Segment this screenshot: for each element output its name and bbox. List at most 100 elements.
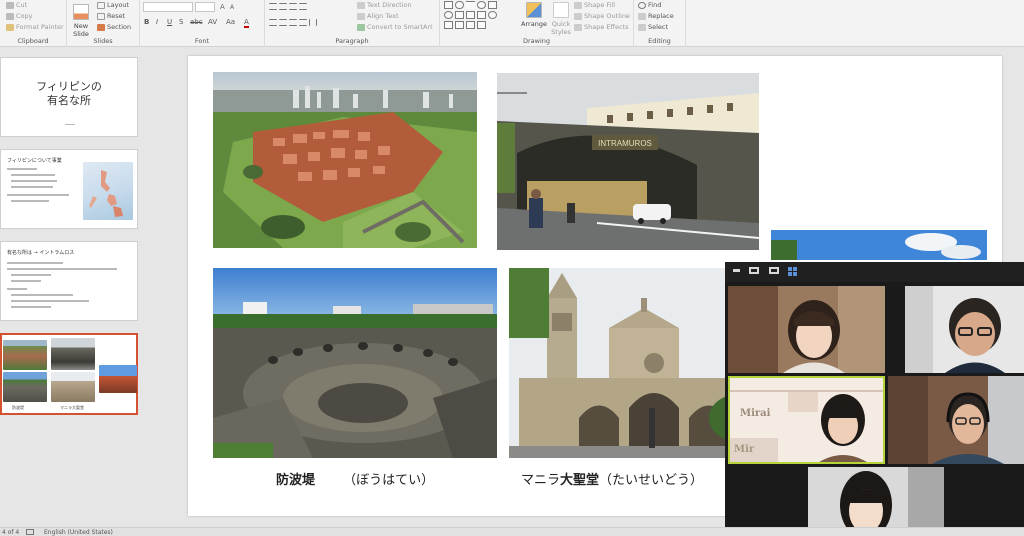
caption-breakwater-term: 防波堤 [276, 473, 316, 488]
shapes-gallery[interactable] [444, 1, 514, 33]
scissors-icon [6, 1, 14, 9]
ramparts-baluarte-photo[interactable] [213, 268, 497, 458]
align-text-button[interactable]: Align Text [357, 12, 399, 20]
shrink-font-button[interactable]: A [230, 4, 234, 11]
thumb-cathedral-image [51, 372, 95, 402]
copy-label: Copy [16, 12, 33, 20]
line-shape-icon[interactable] [466, 1, 475, 9]
more-shapes-icon[interactable] [477, 21, 486, 29]
bracket-shape-icon[interactable] [466, 21, 475, 29]
bold-button[interactable]: B [144, 18, 149, 26]
brace-shape-icon[interactable] [488, 11, 497, 19]
editing-group-label: Editing [648, 37, 671, 45]
quick-styles-button[interactable]: Quick Styles [550, 2, 572, 36]
intramuros-sign-text: INTRAMUROS [598, 139, 652, 148]
thumb-caption-right: マニラ大聖堂 [60, 405, 84, 410]
fort-santiago-aerial-photo[interactable] [213, 72, 477, 248]
thumb-1-title-line-2: 有名な所 [47, 94, 91, 107]
convert-smartart-button[interactable]: Convert to SmartArt [357, 23, 433, 31]
italic-button[interactable]: I [156, 18, 158, 26]
thumb-rampart-image [3, 372, 47, 402]
participant-tile-1[interactable] [728, 286, 885, 373]
section-button[interactable]: Section [97, 23, 131, 31]
arrange-label: Arrange [521, 20, 547, 28]
church-photo-art [771, 230, 987, 260]
find-label: Find [648, 1, 662, 9]
thumb-2-text-line [11, 200, 49, 202]
slide-thumbnail-3[interactable]: 有名な所は → イントラムロス [0, 241, 138, 321]
participant-3-sign-text-2: Mir [734, 444, 755, 455]
font-size-dropdown[interactable] [195, 2, 215, 12]
align-text-icon [357, 12, 365, 20]
shape-fill-button[interactable]: Shape Fill [574, 1, 615, 9]
participant-tile-4[interactable] [888, 376, 1024, 464]
participant-tile-2[interactable] [905, 286, 1024, 373]
church-sky-photo[interactable] [771, 230, 987, 260]
layout-icon [97, 1, 105, 9]
oval-shape-icon[interactable] [477, 1, 486, 9]
strip-view-icon[interactable] [769, 267, 779, 274]
select-button[interactable]: Select [638, 23, 668, 31]
text-direction-button[interactable]: Text Direction [357, 1, 412, 9]
shape-outline-button[interactable]: Shape Outline [574, 12, 630, 20]
reset-label: Reset [107, 12, 126, 20]
underline-button[interactable]: U [167, 18, 172, 26]
rectangle-shape-icon[interactable] [444, 1, 453, 9]
gallery-view-icon[interactable] [788, 267, 797, 276]
reset-button[interactable]: Reset [97, 12, 125, 20]
circle-shape-icon[interactable] [444, 11, 453, 19]
font-name-dropdown[interactable] [143, 2, 193, 12]
new-slide-button[interactable]: New Slide [70, 4, 92, 38]
caption-cathedral-term: 大聖堂 [560, 473, 600, 488]
arrange-button[interactable]: Arrange [520, 2, 548, 28]
thumb-1-title-line-1: フィリピンの [36, 80, 102, 93]
hexagon-shape-icon[interactable] [455, 21, 464, 29]
speaker-view-icon[interactable] [749, 267, 759, 274]
language-indicator[interactable]: English (United States) [44, 529, 113, 536]
font-color-button[interactable]: A [244, 18, 249, 28]
thumb-caption-left: 防波堤 [12, 405, 24, 410]
replace-button[interactable]: Replace [638, 12, 674, 20]
textbox-shape-icon[interactable] [488, 1, 497, 9]
rounded-rect-shape-icon[interactable] [455, 1, 464, 9]
thumb-3-text-line [7, 268, 117, 270]
star-shape-icon[interactable] [477, 11, 486, 19]
participant-tile-3-active-speaker[interactable]: Mirai Mir [728, 376, 885, 464]
triangle-shape-icon[interactable] [455, 11, 464, 19]
text-direction-icon [357, 1, 365, 9]
shadow-button[interactable]: S [179, 18, 183, 26]
effects-icon [574, 23, 582, 31]
participant-tile-5[interactable] [808, 467, 944, 536]
alignment-buttons[interactable] [269, 18, 319, 26]
cut-button[interactable]: Cut [6, 1, 27, 9]
minimize-icon[interactable] [733, 269, 740, 272]
spelling-check-icon[interactable] [26, 529, 34, 535]
grow-font-button[interactable]: A [220, 3, 225, 11]
bullets-button[interactable] [269, 2, 309, 10]
slide-thumbnail-4[interactable]: 防波堤 マニラ大聖堂 [0, 333, 138, 415]
arrange-icon [526, 2, 542, 18]
participant-5-video [808, 467, 944, 536]
arrow-shape-icon[interactable] [466, 11, 475, 19]
paragraph-group: Text Direction Align Text Convert to Sma… [265, 0, 440, 47]
char-spacing-button[interactable]: AV [208, 18, 217, 26]
shape-fill-label: Shape Fill [584, 1, 616, 9]
intramuros-gate-photo[interactable]: INTRAMUROS [497, 73, 759, 250]
change-case-button[interactable]: Aa [226, 18, 235, 26]
thumb-3-text-line [11, 294, 73, 296]
shape-effects-button[interactable]: Shape Effects [574, 23, 629, 31]
thumb-3-heading: 有名な所は → イントラムロス [7, 250, 75, 256]
copy-button[interactable]: Copy [6, 12, 33, 20]
pentagon-shape-icon[interactable] [444, 21, 453, 29]
slide-thumbnail-1[interactable]: フィリピンの 有名な所 [0, 57, 138, 137]
participant-2-video [905, 286, 1024, 373]
find-button[interactable]: Find [638, 1, 661, 9]
strikethrough-button[interactable]: abc [190, 18, 203, 26]
thumb-1-title: フィリピンの 有名な所 [1, 80, 137, 108]
format-painter-button[interactable]: Format Painter [6, 23, 64, 31]
zoom-toolbar [725, 262, 1024, 282]
slide-thumbnail-2[interactable]: フィリピンについて事業 [0, 149, 138, 229]
gate-photo-art: INTRAMUROS [497, 73, 759, 250]
quick-styles-icon [553, 2, 569, 18]
layout-button[interactable]: Layout [97, 1, 129, 9]
